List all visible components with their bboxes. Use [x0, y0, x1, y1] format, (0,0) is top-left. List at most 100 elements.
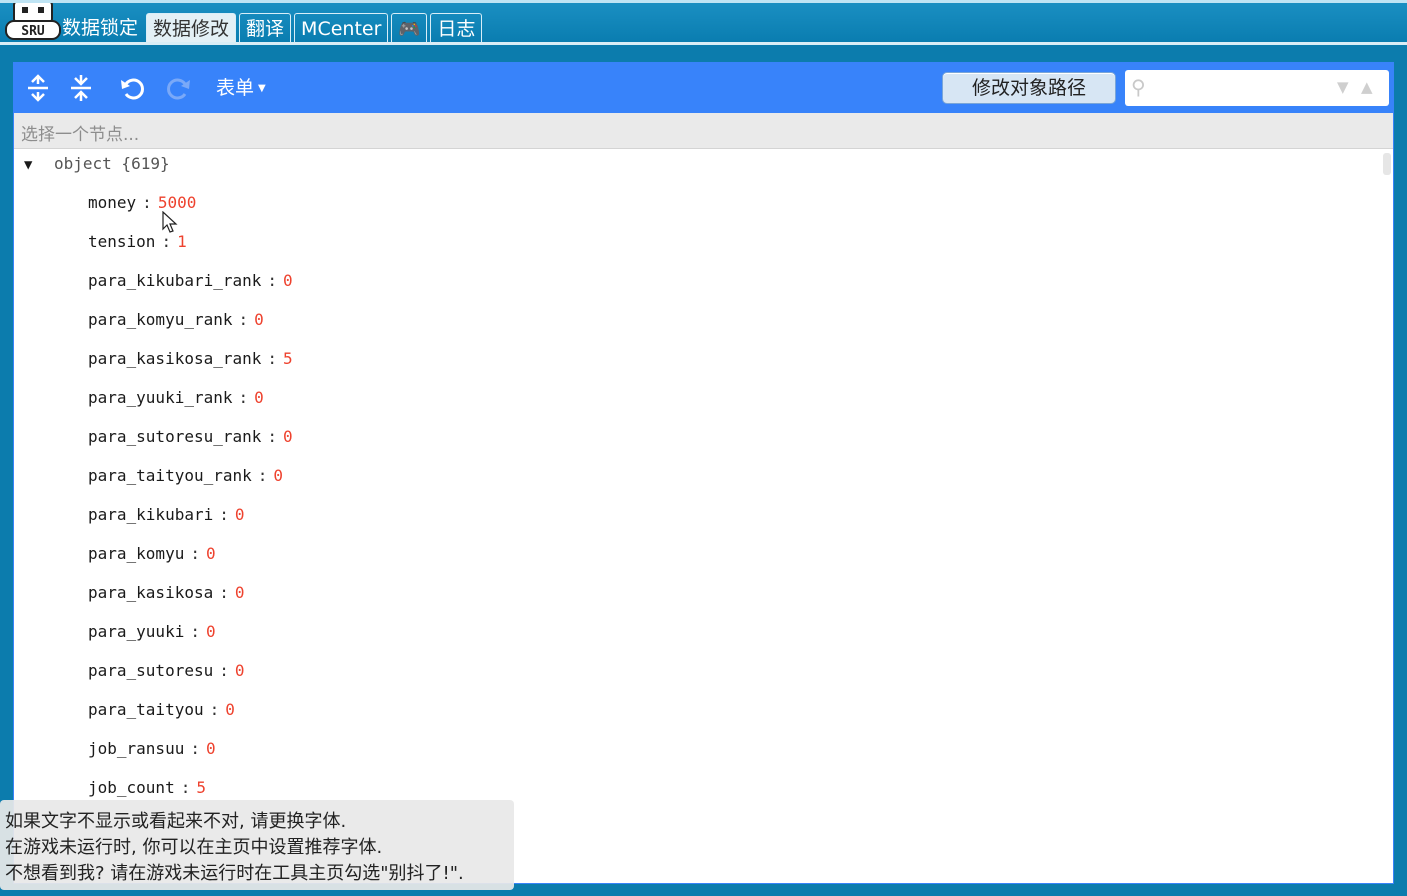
tree-field-row[interactable]: para_kikubari_rank:0: [88, 269, 293, 293]
tree-field-row[interactable]: para_komyu:0: [88, 542, 216, 566]
undo-icon: [121, 78, 144, 100]
search-input[interactable]: [1157, 76, 1331, 102]
expand-all-icon: [28, 74, 48, 102]
tree-field-row[interactable]: money:5000: [88, 191, 196, 215]
field-value[interactable]: 0: [283, 271, 293, 290]
breadcrumb-placeholder: 选择一个节点...: [21, 125, 140, 145]
field-separator: :: [190, 544, 200, 563]
field-key[interactable]: para_kasikosa: [88, 583, 213, 602]
field-key[interactable]: job_ransuu: [88, 739, 184, 758]
field-value[interactable]: 0: [254, 310, 264, 329]
scrollbar-track[interactable]: [1380, 150, 1392, 883]
search-next-icon[interactable]: ▼: [1337, 78, 1349, 96]
tree-field-row[interactable]: para_sutoresu:0: [88, 659, 245, 683]
undo-button[interactable]: [117, 72, 149, 104]
tree-field-row[interactable]: para_sutoresu_rank:0: [88, 425, 293, 449]
field-value[interactable]: 0: [206, 544, 216, 563]
tree-field-row[interactable]: job_count:5: [88, 776, 206, 800]
field-separator: :: [238, 310, 249, 329]
redo-icon: [167, 78, 190, 100]
field-value[interactable]: 0: [235, 583, 245, 602]
collapse-all-button[interactable]: [65, 72, 97, 104]
field-value[interactable]: 5000: [158, 193, 197, 212]
field-separator: :: [257, 466, 268, 485]
field-value[interactable]: 0: [235, 505, 245, 524]
collapse-all-icon: [71, 75, 91, 101]
field-value[interactable]: 0: [225, 700, 235, 719]
root-label: object {619}: [54, 154, 170, 173]
field-separator: :: [267, 271, 278, 290]
field-key[interactable]: para_komyu: [88, 544, 184, 563]
tab-log[interactable]: 日志: [430, 13, 483, 43]
json-editor: 表单 ▼ 修改对象路径 ⚲ ▼ ▲ 选择一个节点... ▼ object {619}…: [13, 62, 1394, 884]
field-separator: :: [180, 778, 191, 797]
field-separator: :: [267, 349, 278, 368]
field-key[interactable]: para_kikubari_rank: [88, 271, 261, 290]
field-value[interactable]: 0: [206, 622, 216, 641]
field-separator: :: [161, 232, 172, 251]
field-key[interactable]: tension: [88, 232, 155, 251]
field-value[interactable]: 5: [283, 349, 293, 368]
modify-path-button[interactable]: 修改对象路径: [942, 72, 1116, 104]
tab-mcenter[interactable]: MCenter: [294, 13, 389, 43]
field-value[interactable]: 1: [177, 232, 187, 251]
node-breadcrumb[interactable]: 选择一个节点...: [14, 113, 1393, 149]
redo-button[interactable]: [162, 72, 194, 104]
field-key[interactable]: para_yuuki: [88, 622, 184, 641]
tab-data-lock[interactable]: 数据锁定: [62, 13, 144, 43]
tree-field-row[interactable]: para_yuuki:0: [88, 620, 216, 644]
notice-line-1: 如果文字不显示或看起来不对, 请更换字体.: [5, 811, 347, 832]
tab-translate[interactable]: 翻译: [239, 13, 292, 43]
tree-field-row[interactable]: para_yuuki_rank:0: [88, 386, 264, 410]
tree-field-row[interactable]: para_taityou_rank:0: [88, 464, 283, 488]
field-separator: :: [219, 505, 229, 524]
tab-game[interactable]: 🎮: [391, 13, 428, 43]
tree-field-row[interactable]: para_kasikosa:0: [88, 581, 245, 605]
field-value[interactable]: 0: [283, 427, 293, 446]
logo-text: SRU: [21, 24, 45, 39]
tree-field-row[interactable]: para_kikubari:0: [88, 503, 245, 527]
notice-line-2: 在游戏未运行时, 你可以在主页中设置推荐字体.: [5, 837, 383, 858]
field-separator: :: [209, 700, 220, 719]
field-separator: :: [142, 193, 152, 212]
field-key[interactable]: para_sutoresu: [88, 661, 213, 680]
field-separator: :: [190, 622, 200, 641]
tab-list: 数据锁定 数据修改 翻译 MCenter 🎮 日志: [62, 13, 485, 45]
tree-view: ▼ object {619} money:5000 tension:1 para_ki…: [14, 149, 1379, 883]
field-key[interactable]: para_kasikosa_rank: [88, 349, 261, 368]
tree-field-row[interactable]: para_kasikosa_rank:5: [88, 347, 293, 371]
tree-field-row[interactable]: para_taityou:0: [88, 698, 235, 722]
tab-data-modify[interactable]: 数据修改: [146, 13, 237, 43]
field-key[interactable]: para_taityou_rank: [88, 466, 252, 485]
tree-field-row[interactable]: para_komyu_rank:0: [88, 308, 264, 332]
field-value[interactable]: 5: [196, 778, 206, 797]
tree-root-row[interactable]: ▼ object {619}: [24, 154, 170, 178]
caret-down-icon: ▼: [258, 82, 266, 94]
mode-label: 表单: [216, 77, 255, 99]
font-notice-toast: 如果文字不显示或看起来不对, 请更换字体. 在游戏未运行时, 你可以在主页中设置…: [0, 800, 514, 890]
tree-field-row[interactable]: tension:1: [88, 230, 187, 254]
tab-bar: SRU 数据锁定 数据修改 翻译 MCenter 🎮 日志: [0, 0, 1407, 45]
search-icon: ⚲: [1131, 75, 1146, 99]
field-key[interactable]: para_komyu_rank: [88, 310, 233, 329]
field-key[interactable]: job_count: [88, 778, 175, 797]
expand-all-button[interactable]: [22, 72, 54, 104]
field-key[interactable]: para_sutoresu_rank: [88, 427, 261, 446]
tree-field-row[interactable]: job_ransuu:0: [88, 737, 216, 761]
field-separator: :: [219, 583, 229, 602]
field-separator: :: [238, 388, 249, 407]
mode-dropdown[interactable]: 表单 ▼: [216, 73, 266, 103]
field-value[interactable]: 0: [235, 661, 245, 680]
collapse-triangle-icon[interactable]: ▼: [24, 157, 44, 173]
field-value[interactable]: 0: [206, 739, 216, 758]
search-previous-icon[interactable]: ▲: [1361, 78, 1373, 96]
field-key[interactable]: para_kikubari: [88, 505, 213, 524]
scrollbar-thumb[interactable]: [1383, 153, 1391, 175]
field-value[interactable]: 0: [254, 388, 264, 407]
field-key[interactable]: money: [88, 193, 136, 212]
field-separator: :: [219, 661, 229, 680]
field-key[interactable]: para_taityou: [88, 700, 204, 719]
field-value[interactable]: 0: [273, 466, 283, 485]
gamepad-icon: 🎮: [398, 19, 421, 40]
field-key[interactable]: para_yuuki_rank: [88, 388, 233, 407]
